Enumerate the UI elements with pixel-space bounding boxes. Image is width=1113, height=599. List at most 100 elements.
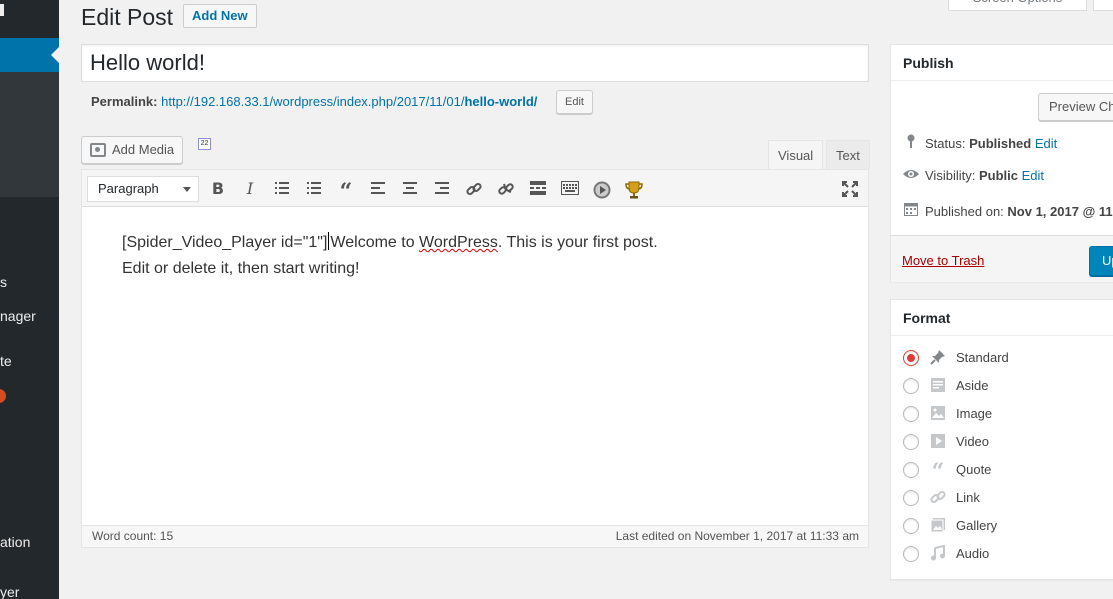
edit-status-link[interactable]: Edit: [1035, 136, 1057, 151]
align-center-icon[interactable]: [398, 177, 422, 201]
blockquote-icon[interactable]: “: [334, 177, 358, 205]
post-published-date: Published on: Nov 1, 2017 @ 11:33: [903, 202, 1113, 219]
permalink: Permalink: http://192.168.33.1/wordpress…: [91, 94, 537, 109]
toolbar-toggle-icon[interactable]: [558, 177, 582, 201]
visibility-label: Visibility:: [925, 168, 976, 183]
format-option-label: Audio: [956, 546, 990, 561]
format-select-value: Paragraph: [98, 181, 159, 196]
sidebar-submenu: [0, 72, 59, 197]
format-radio[interactable]: [903, 350, 919, 366]
format-radio[interactable]: [903, 546, 919, 562]
visibility-value: Public: [978, 168, 1018, 183]
permalink-slug: hello-world/: [464, 94, 538, 109]
chevron-down-icon: [183, 187, 191, 192]
content-text: . This is your first post.: [497, 234, 658, 251]
sidebar-item-fragment[interactable]: s: [0, 274, 7, 290]
pin-icon: [903, 134, 919, 151]
format-heading: Format: [891, 300, 1113, 336]
fullscreen-icon[interactable]: [838, 177, 862, 201]
trophy-icon[interactable]: [622, 177, 646, 201]
format-box: Format Standard Aside Image Video “ Quote Link…: [890, 299, 1113, 580]
aside-icon: [929, 377, 947, 395]
permalink-base: http://192.168.33.1/wordpress/index.php/…: [161, 94, 465, 109]
sidebar-item-fragment[interactable]: te: [0, 353, 12, 369]
publish-heading: Publish: [891, 45, 1113, 81]
update-button[interactable]: Update: [1089, 246, 1113, 276]
eye-icon: [903, 168, 919, 183]
calendar-icon: [903, 202, 919, 219]
align-left-icon[interactable]: [366, 177, 390, 201]
sidebar-item-fragment[interactable]: yer: [0, 584, 19, 599]
read-more-icon[interactable]: [526, 177, 550, 201]
edit-visibility-link[interactable]: Edit: [1022, 168, 1044, 183]
preview-button[interactable]: Preview Changes: [1038, 93, 1113, 121]
unlink-icon[interactable]: [494, 177, 518, 201]
content-line-2: Edit or delete it, then start writing!: [122, 260, 360, 277]
sidebar-item-fragment[interactable]: nager: [0, 308, 36, 324]
add-new-button[interactable]: Add New: [183, 4, 257, 28]
numbered-list-icon[interactable]: [302, 177, 326, 201]
screen-options-button[interactable]: Screen Options: [948, 0, 1087, 11]
format-option-label: Gallery: [956, 518, 998, 533]
gallery-icon: [929, 517, 947, 535]
format-radio[interactable]: [903, 462, 919, 478]
format-option-label: Image: [956, 406, 993, 421]
align-right-icon[interactable]: [430, 177, 454, 201]
calendar-icon[interactable]: 22: [198, 138, 211, 150]
bullet-list-icon[interactable]: [270, 177, 294, 201]
edit-slug-button[interactable]: Edit: [556, 90, 593, 114]
publish-box: Publish Preview Changes Status: Publishe…: [890, 44, 1113, 282]
format-option-label: Quote: [956, 462, 992, 477]
help-tab[interactable]: [1093, 0, 1113, 11]
post-visibility: Visibility: Public Edit: [903, 168, 1044, 183]
pin-icon: [929, 349, 947, 367]
editor-statusbar: Word count: 15 Last edited on November 1…: [82, 525, 868, 547]
editor-toolbar: Paragraph B I “: [82, 170, 868, 207]
quote-icon: “: [931, 459, 945, 485]
sidebar-item-fragment[interactable]: ation: [0, 534, 30, 550]
media-icon: [90, 143, 106, 157]
link-icon[interactable]: [462, 177, 486, 201]
video-icon: [929, 433, 947, 451]
format-option-label: Standard: [956, 350, 1009, 365]
bold-icon[interactable]: B: [206, 177, 230, 201]
admin-sidebar: s nager te ation yer: [0, 0, 59, 599]
content-text: Welcome to: [330, 234, 420, 251]
format-radio[interactable]: [903, 434, 919, 450]
format-radio[interactable]: [903, 378, 919, 394]
post-status: Status: Published Edit: [903, 134, 1057, 151]
audio-icon: [929, 544, 947, 563]
tab-text[interactable]: Text: [826, 140, 870, 169]
permalink-link[interactable]: http://192.168.33.1/wordpress/index.php/…: [161, 94, 537, 109]
published-value: Nov 1, 2017 @ 11:33: [1007, 204, 1113, 219]
post-editor: Paragraph B I “ [Spider_Video_Player id=…: [81, 169, 869, 548]
link-icon: [929, 489, 947, 507]
format-option-label: Aside: [956, 378, 989, 393]
editor-content[interactable]: [Spider_Video_Player id="1"] Welcome to W…: [122, 230, 822, 282]
content-line-1: [Spider_Video_Player id="1"] Welcome to W…: [122, 230, 822, 256]
post-title-input[interactable]: Hello world!: [81, 44, 869, 82]
format-radio[interactable]: [903, 406, 919, 422]
format-option-label: Link: [956, 490, 980, 505]
format-radio[interactable]: [903, 490, 919, 506]
permalink-label: Permalink:: [91, 94, 158, 109]
sidebar-item-posts-active[interactable]: [0, 38, 59, 72]
last-edited: Last edited on November 1, 2017 at 11:33…: [615, 529, 859, 543]
video-player-icon[interactable]: [590, 177, 614, 201]
format-radio[interactable]: [903, 518, 919, 534]
image-icon: [929, 405, 947, 423]
shortcode-text: [Spider_Video_Player id="1"]: [122, 234, 328, 251]
status-label: Status:: [925, 136, 966, 151]
tab-visual[interactable]: Visual: [768, 140, 824, 169]
add-media-button[interactable]: Add Media: [81, 136, 184, 164]
move-to-trash-link[interactable]: Move to Trash: [902, 253, 984, 268]
update-count-badge: [0, 389, 6, 403]
misspelled-word: WordPress: [419, 234, 498, 251]
format-select[interactable]: Paragraph: [87, 176, 199, 202]
page-title: Edit Post: [81, 4, 174, 30]
word-count: Word count: 15: [92, 529, 174, 543]
sidebar-fragment-top: [0, 4, 4, 16]
italic-icon[interactable]: I: [238, 177, 262, 201]
published-label: Published on:: [925, 204, 1004, 219]
add-media-label: Add Media: [112, 142, 175, 157]
